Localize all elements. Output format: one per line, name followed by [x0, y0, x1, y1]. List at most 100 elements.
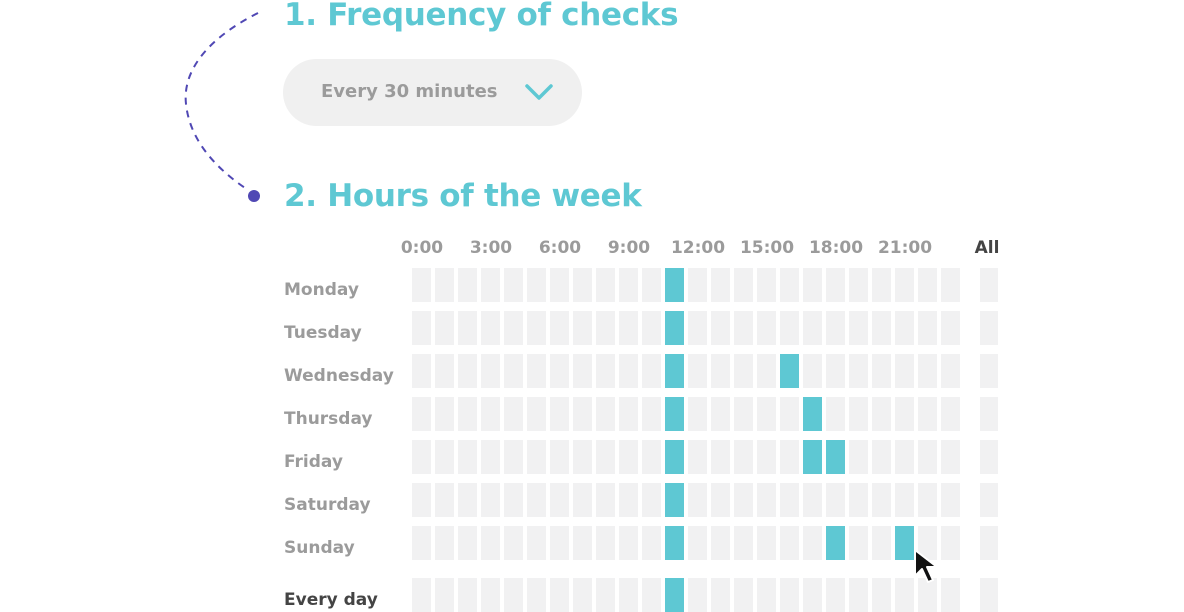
hour-cell[interactable]: [826, 354, 845, 388]
hour-cell[interactable]: [780, 526, 799, 560]
hour-cell[interactable]: [619, 354, 638, 388]
hour-cell[interactable]: [941, 268, 960, 302]
hour-cell[interactable]: [504, 354, 523, 388]
hour-cell[interactable]: [573, 440, 592, 474]
hour-cell[interactable]: [826, 268, 845, 302]
hour-cell[interactable]: [780, 440, 799, 474]
hour-cell[interactable]: [527, 354, 546, 388]
hour-cell[interactable]: [895, 578, 914, 612]
hour-cell[interactable]: [895, 354, 914, 388]
select-all-day-cell[interactable]: [980, 354, 998, 388]
hour-cell[interactable]: [642, 578, 661, 612]
hour-cell[interactable]: [780, 268, 799, 302]
hour-cell[interactable]: [458, 483, 477, 517]
hour-cell[interactable]: [711, 578, 730, 612]
hour-cell[interactable]: [481, 440, 500, 474]
hour-cell[interactable]: [573, 397, 592, 431]
hour-cell-active[interactable]: [895, 526, 914, 560]
hour-cell[interactable]: [573, 483, 592, 517]
hour-cell[interactable]: [849, 354, 868, 388]
hour-cell-active[interactable]: [665, 268, 684, 302]
hour-cell[interactable]: [596, 397, 615, 431]
hour-cell[interactable]: [688, 397, 707, 431]
hour-cell[interactable]: [550, 268, 569, 302]
hour-cell[interactable]: [550, 354, 569, 388]
hour-cell[interactable]: [527, 578, 546, 612]
hour-cell[interactable]: [458, 354, 477, 388]
frequency-dropdown[interactable]: Every 30 minutes: [283, 59, 582, 126]
hour-cell[interactable]: [435, 483, 454, 517]
hour-cell[interactable]: [780, 311, 799, 345]
hour-cell[interactable]: [918, 440, 937, 474]
hour-cell[interactable]: [711, 483, 730, 517]
hour-cell[interactable]: [711, 397, 730, 431]
hour-cell[interactable]: [895, 268, 914, 302]
hour-cell[interactable]: [550, 578, 569, 612]
hour-cell[interactable]: [527, 397, 546, 431]
hour-cell[interactable]: [458, 397, 477, 431]
hour-cell[interactable]: [619, 526, 638, 560]
hour-cell[interactable]: [573, 354, 592, 388]
hour-cell[interactable]: [573, 526, 592, 560]
hour-cell[interactable]: [711, 311, 730, 345]
select-all-day-cell[interactable]: [980, 268, 998, 302]
hour-cell[interactable]: [481, 483, 500, 517]
hour-cell-active[interactable]: [665, 483, 684, 517]
hour-cell[interactable]: [642, 397, 661, 431]
hour-cell[interactable]: [504, 268, 523, 302]
hour-cell[interactable]: [642, 483, 661, 517]
hour-cell[interactable]: [458, 440, 477, 474]
hour-cell[interactable]: [734, 440, 753, 474]
hour-cell[interactable]: [642, 440, 661, 474]
hour-cell[interactable]: [596, 268, 615, 302]
hour-cell[interactable]: [596, 483, 615, 517]
hour-cell-active[interactable]: [665, 311, 684, 345]
hour-cell[interactable]: [458, 578, 477, 612]
hour-cell[interactable]: [803, 526, 822, 560]
hour-cell[interactable]: [458, 268, 477, 302]
hour-cell[interactable]: [573, 268, 592, 302]
hour-cell[interactable]: [412, 311, 431, 345]
hour-cell[interactable]: [435, 397, 454, 431]
hour-cell-active[interactable]: [665, 440, 684, 474]
hour-cell-active[interactable]: [803, 440, 822, 474]
hour-cell[interactable]: [757, 526, 776, 560]
hour-cell[interactable]: [780, 397, 799, 431]
hour-cell[interactable]: [619, 268, 638, 302]
hour-cell-active[interactable]: [826, 440, 845, 474]
hour-cell[interactable]: [734, 354, 753, 388]
hour-cell[interactable]: [895, 440, 914, 474]
hour-cell[interactable]: [849, 397, 868, 431]
hour-cell[interactable]: [757, 311, 776, 345]
hour-cell[interactable]: [596, 311, 615, 345]
hour-cell[interactable]: [918, 354, 937, 388]
hour-cell[interactable]: [803, 268, 822, 302]
hour-cell[interactable]: [481, 578, 500, 612]
hour-cell[interactable]: [872, 311, 891, 345]
hour-cell[interactable]: [918, 311, 937, 345]
hour-cell[interactable]: [504, 311, 523, 345]
hour-cell[interactable]: [734, 483, 753, 517]
hour-cell[interactable]: [642, 526, 661, 560]
hour-cell[interactable]: [619, 440, 638, 474]
hour-cell[interactable]: [642, 268, 661, 302]
select-all-day-cell[interactable]: [980, 397, 998, 431]
hour-cell[interactable]: [619, 397, 638, 431]
hour-cell[interactable]: [849, 526, 868, 560]
select-all-day-cell[interactable]: [980, 440, 998, 474]
hour-cell[interactable]: [872, 483, 891, 517]
hour-cell[interactable]: [826, 483, 845, 517]
hour-cell[interactable]: [757, 397, 776, 431]
hour-cell[interactable]: [435, 354, 454, 388]
hour-cell[interactable]: [757, 354, 776, 388]
hour-cell[interactable]: [412, 268, 431, 302]
hour-cell[interactable]: [527, 268, 546, 302]
hour-cell[interactable]: [849, 578, 868, 612]
hour-cell[interactable]: [527, 483, 546, 517]
hour-cell[interactable]: [435, 268, 454, 302]
hour-cell[interactable]: [527, 526, 546, 560]
hour-cell[interactable]: [688, 268, 707, 302]
hour-cell[interactable]: [895, 311, 914, 345]
hour-cell[interactable]: [550, 311, 569, 345]
hour-cell[interactable]: [757, 268, 776, 302]
